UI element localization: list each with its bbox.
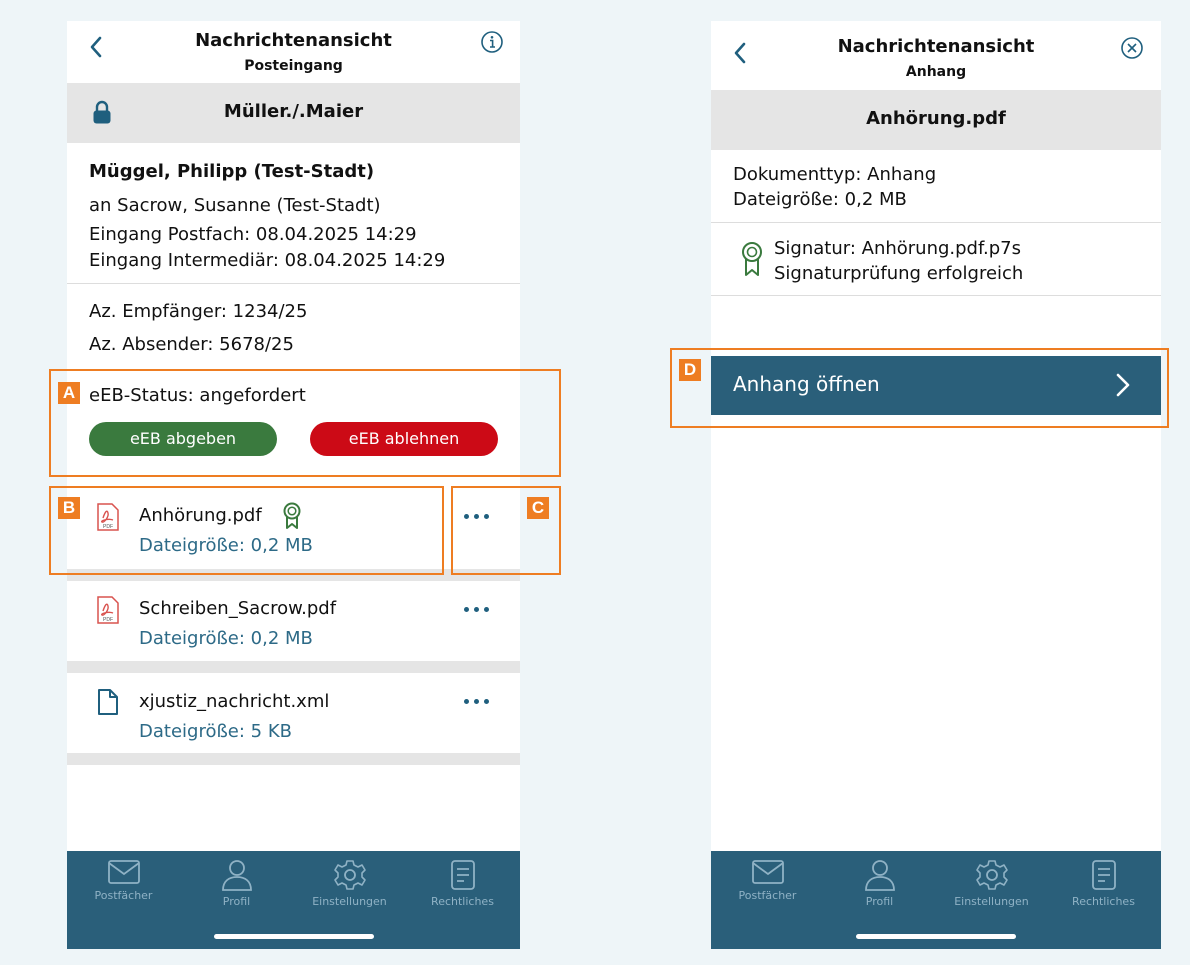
more-options-icon[interactable] bbox=[464, 604, 494, 614]
info-icon[interactable] bbox=[480, 30, 504, 54]
divider bbox=[67, 283, 520, 284]
callout-box-d bbox=[670, 348, 1169, 428]
page-title: Nachrichtenansicht bbox=[195, 30, 392, 51]
tab-rechtliches[interactable]: Rechtliches bbox=[1047, 855, 1160, 908]
page-subtitle: Anhang bbox=[905, 64, 967, 80]
callout-badge-a: A bbox=[58, 382, 80, 404]
file-title: Anhörung.pdf bbox=[866, 108, 1006, 129]
tab-label: Postfächer bbox=[738, 889, 797, 902]
divider bbox=[711, 295, 1161, 296]
file-icon bbox=[98, 689, 118, 715]
tab-postfaecher[interactable]: Postfächer bbox=[67, 855, 180, 902]
person-icon bbox=[864, 860, 895, 891]
divider bbox=[711, 222, 1161, 223]
more-options-icon[interactable] bbox=[464, 696, 494, 706]
attachment-name: Schreiben_Sacrow.pdf bbox=[139, 598, 337, 619]
case-title: Müller./.Maier bbox=[223, 101, 364, 122]
tab-label: Einstellungen bbox=[954, 895, 1029, 908]
page-title: Nachrichtenansicht bbox=[837, 36, 1035, 57]
tab-rechtliches[interactable]: Rechtliches bbox=[406, 855, 519, 908]
home-indicator bbox=[856, 934, 1016, 939]
tab-label: Profil bbox=[222, 895, 251, 908]
tab-label: Profil bbox=[865, 895, 894, 908]
document-icon bbox=[450, 860, 475, 890]
tab-einstellungen[interactable]: Einstellungen bbox=[293, 855, 406, 908]
attachment-detail-screen: Nachrichtenansicht Anhang Anhörung.pdf D… bbox=[711, 21, 1161, 949]
callout-box-b bbox=[49, 486, 444, 575]
tab-label: Rechtliches bbox=[1072, 895, 1135, 908]
file-size: Dateigröße: 0,2 MB bbox=[733, 189, 907, 210]
nav-bar: Nachrichtenansicht Posteingang bbox=[67, 21, 520, 83]
envelope-icon bbox=[107, 860, 140, 884]
sender-name: Müggel, Philipp (Test-Stadt) bbox=[89, 161, 375, 182]
tab-profil[interactable]: Profil bbox=[180, 855, 293, 908]
tab-bar: Postfächer Profil Einstellungen Rechtlic… bbox=[711, 851, 1161, 949]
home-indicator bbox=[213, 934, 374, 939]
divider bbox=[67, 661, 520, 673]
signature-file: Signatur: Anhörung.pdf.p7s bbox=[774, 238, 1021, 259]
recipient-line: an Sacrow, Susanne (Test-Stadt) bbox=[89, 195, 381, 216]
gear-icon bbox=[975, 860, 1008, 890]
tab-bar: Postfächer Profil Einstellungen Rechtlic… bbox=[67, 851, 520, 949]
attachment-row[interactable]: xjustiz_nachricht.xml Dateigröße: 5 KB bbox=[67, 673, 520, 753]
callout-badge-d: D bbox=[679, 359, 701, 381]
nav-bar: Nachrichtenansicht Anhang bbox=[711, 21, 1161, 90]
case-header-band: Müller./.Maier bbox=[67, 83, 520, 143]
tab-profil[interactable]: Profil bbox=[823, 855, 936, 908]
tab-label: Einstellungen bbox=[312, 895, 387, 908]
signature-badge-icon bbox=[742, 242, 762, 276]
document-type: Dokumenttyp: Anhang bbox=[733, 164, 937, 185]
pdf-icon: PDF bbox=[97, 596, 119, 624]
gear-icon bbox=[333, 860, 366, 890]
close-icon[interactable] bbox=[1120, 36, 1144, 60]
document-icon bbox=[1091, 860, 1116, 890]
envelope-icon bbox=[751, 860, 784, 884]
inbox-message-screen: Nachrichtenansicht Posteingang Müller./.… bbox=[67, 21, 520, 949]
attachment-size: Dateigröße: 0,2 MB bbox=[139, 628, 313, 649]
tab-postfaecher[interactable]: Postfächer bbox=[711, 855, 824, 902]
callout-badge-c: C bbox=[527, 497, 549, 519]
received-mailbox: Eingang Postfach: 08.04.2025 14:29 bbox=[89, 224, 417, 245]
attachment-size: Dateigröße: 5 KB bbox=[139, 721, 292, 742]
tab-einstellungen[interactable]: Einstellungen bbox=[935, 855, 1048, 908]
person-icon bbox=[221, 860, 252, 891]
signature-check-status: Signaturprüfung erfolgreich bbox=[774, 263, 1024, 284]
tab-label: Rechtliches bbox=[431, 895, 494, 908]
callout-box-a bbox=[49, 369, 561, 477]
received-intermediary: Eingang Intermediär: 08.04.2025 14:29 bbox=[89, 250, 446, 271]
divider bbox=[67, 753, 520, 765]
reference-sender: Az. Absender: 5678/25 bbox=[89, 334, 294, 355]
callout-badge-b: B bbox=[58, 497, 80, 519]
svg-text:PDF: PDF bbox=[103, 617, 113, 623]
page-subtitle: Posteingang bbox=[244, 58, 343, 74]
tab-label: Postfächer bbox=[94, 889, 153, 902]
attachment-row[interactable]: PDF Schreiben_Sacrow.pdf Dateigröße: 0,2… bbox=[67, 581, 520, 661]
file-header-band: Anhörung.pdf bbox=[711, 90, 1161, 150]
reference-recipient: Az. Empfänger: 1234/25 bbox=[89, 301, 308, 322]
attachment-name: xjustiz_nachricht.xml bbox=[139, 691, 330, 712]
